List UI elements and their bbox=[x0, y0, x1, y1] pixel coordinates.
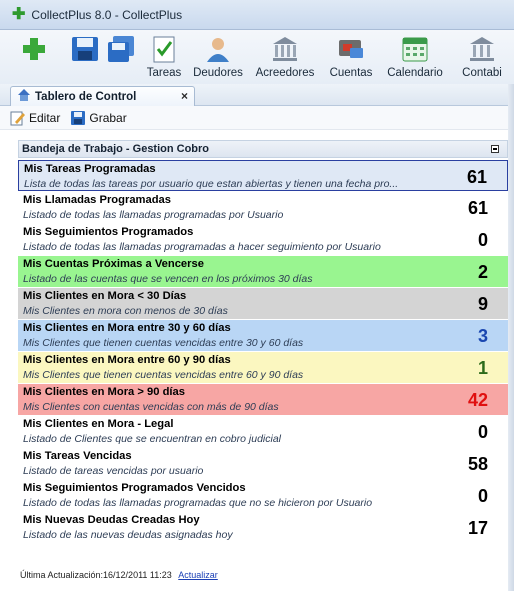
accounts-icon bbox=[336, 34, 366, 64]
row-title: Mis Clientes en Mora < 30 Días bbox=[23, 290, 187, 302]
dashboard-row[interactable]: Mis Clientes en Mora entre 60 y 90 días M… bbox=[18, 352, 508, 383]
dashboard-row[interactable]: Mis Clientes en Mora < 30 Días Mis Client… bbox=[18, 288, 508, 319]
row-title: Mis Seguimientos Programados bbox=[23, 226, 194, 238]
row-title: Mis Clientes en Mora entre 30 y 60 días bbox=[23, 322, 231, 334]
dashboard-row[interactable]: Mis Nuevas Deudas Creadas Hoy Listado de … bbox=[18, 512, 508, 543]
row-description: Listado de tareas vencidas por usuario bbox=[23, 465, 204, 477]
dashboard-row[interactable]: Mis Clientes en Mora - Legal Listado de C… bbox=[18, 416, 508, 447]
toolbar-tareas[interactable]: Tareas bbox=[144, 34, 184, 84]
row-description: Listado de todas las llamadas programada… bbox=[23, 241, 381, 253]
row-title: Mis Clientes en Mora > 90 días bbox=[23, 386, 185, 398]
row-title: Mis Clientes en Mora entre 60 y 90 días bbox=[23, 354, 231, 366]
row-description: Mis Clientes con cuentas vencidas con má… bbox=[23, 401, 279, 413]
row-description: Mis Clientes que tienen cuentas vencidas… bbox=[23, 369, 304, 381]
dashboard-row[interactable]: Mis Seguimientos Programados Listado de t… bbox=[18, 224, 508, 255]
dashboard-row[interactable]: Mis Llamadas Programadas Listado de todas… bbox=[18, 192, 508, 223]
save-action-button[interactable]: Grabar bbox=[70, 110, 127, 126]
row-title: Mis Seguimientos Programados Vencidos bbox=[23, 482, 246, 494]
row-description: Listado de las nuevas deudas asignadas h… bbox=[23, 529, 233, 541]
dashboard-row[interactable]: Mis Tareas Programadas Lista de todas las… bbox=[18, 160, 508, 191]
panel-title: Bandeja de Trabajo - Gestion Cobro bbox=[22, 143, 210, 155]
panel-header: Bandeja de Trabajo - Gestion Cobro bbox=[18, 140, 508, 158]
row-count: 3 bbox=[477, 326, 488, 346]
tab-tablero-de-control[interactable]: Tablero de Control × bbox=[10, 86, 195, 106]
house-icon bbox=[17, 88, 31, 105]
floppy-icon bbox=[70, 110, 86, 126]
toolbar-acreedores[interactable]: Acreedores bbox=[254, 34, 316, 84]
row-description: Listado de todas las llamadas programada… bbox=[23, 209, 284, 221]
row-title: Mis Cuentas Próximas a Vencerse bbox=[23, 258, 204, 270]
row-description: Mis Clientes en mora con menos de 30 día… bbox=[23, 305, 228, 317]
row-title: Mis Tareas Programadas bbox=[24, 163, 156, 175]
tab-label: Tablero de Control bbox=[35, 90, 137, 103]
title-bar: ✚ CollectPlus 8.0 - CollectPlus bbox=[0, 0, 514, 30]
tab-strip: Tablero de Control × bbox=[0, 84, 514, 106]
row-count: 17 bbox=[467, 518, 488, 538]
toolbar-label: Calendario bbox=[387, 67, 443, 79]
save-all-icon bbox=[106, 34, 136, 64]
toolbar-label: Deudores bbox=[193, 67, 243, 79]
close-icon[interactable]: × bbox=[181, 89, 188, 103]
creditors-icon bbox=[270, 34, 300, 64]
row-title: Mis Nuevas Deudas Creadas Hoy bbox=[23, 514, 200, 526]
toolbar-label: Acreedores bbox=[255, 67, 315, 79]
toolbar-cuentas[interactable]: Cuentas bbox=[328, 34, 374, 84]
toolbar-label: Cuentas bbox=[329, 67, 373, 79]
footer: Última Actualización:16/12/2011 11:23 Ac… bbox=[20, 570, 218, 580]
save-button[interactable] bbox=[68, 34, 102, 84]
row-count: 1 bbox=[477, 358, 488, 378]
last-update-text: Última Actualización:16/12/2011 11:23 bbox=[20, 570, 172, 580]
save-all-button[interactable] bbox=[104, 34, 138, 84]
toolbar-label: Tareas bbox=[146, 67, 182, 79]
window-title: CollectPlus 8.0 - CollectPlus bbox=[31, 7, 183, 22]
debtors-icon bbox=[203, 34, 233, 64]
accounting-icon bbox=[467, 34, 497, 64]
toolbar-contabilidad[interactable]: Contabi bbox=[460, 34, 504, 84]
toolbar-calendario[interactable]: Calendario bbox=[386, 34, 444, 84]
toolbar-deudores[interactable]: Deudores bbox=[192, 34, 244, 84]
save-icon bbox=[70, 34, 100, 64]
dashboard-row[interactable]: Mis Tareas Vencidas Listado de tareas ven… bbox=[18, 448, 508, 479]
calendar-icon bbox=[400, 34, 430, 64]
row-count: 0 bbox=[477, 230, 488, 250]
add-icon bbox=[19, 34, 49, 64]
row-title: Mis Clientes en Mora - Legal bbox=[23, 418, 174, 430]
row-count: 0 bbox=[477, 422, 488, 442]
edit-label: Editar bbox=[29, 110, 61, 125]
action-bar: Editar Grabar bbox=[0, 106, 514, 130]
work-tray-panel: Bandeja de Trabajo - Gestion Cobro Mis T… bbox=[18, 140, 508, 570]
collapse-icon[interactable] bbox=[491, 145, 499, 153]
pencil-icon bbox=[10, 110, 26, 126]
row-description: Mis Clientes que tienen cuentas vencidas… bbox=[23, 337, 304, 349]
dashboard-row[interactable]: Mis Clientes en Mora entre 30 y 60 días M… bbox=[18, 320, 508, 351]
row-count: 61 bbox=[467, 198, 488, 218]
add-button[interactable] bbox=[14, 34, 54, 84]
row-count: 42 bbox=[467, 390, 488, 410]
window-edge bbox=[508, 84, 514, 591]
dashboard-row[interactable]: Mis Cuentas Próximas a Vencerse Listado d… bbox=[18, 256, 508, 287]
dashboard-row[interactable]: Mis Seguimientos Programados Vencidos Lis… bbox=[18, 480, 508, 511]
row-count: 61 bbox=[466, 167, 487, 187]
edit-button[interactable]: Editar bbox=[10, 110, 60, 126]
save-label: Grabar bbox=[89, 110, 127, 125]
row-title: Mis Tareas Vencidas bbox=[23, 450, 132, 462]
main-toolbar: Tareas Deudores Acreedores Cuentas Calen… bbox=[0, 30, 514, 84]
refresh-link[interactable]: Actualizar bbox=[178, 570, 218, 580]
toolbar-label: Contabi bbox=[462, 67, 502, 79]
row-description: Listado de Clientes que se encuentran en… bbox=[23, 433, 282, 445]
row-description: Lista de todas las tareas por usuario qu… bbox=[24, 178, 399, 190]
row-description: Listado de todas las llamadas programada… bbox=[23, 497, 373, 509]
row-count: 9 bbox=[477, 294, 488, 314]
tasks-icon bbox=[149, 34, 179, 64]
row-count: 58 bbox=[467, 454, 488, 474]
dashboard-row[interactable]: Mis Clientes en Mora > 90 días Mis Client… bbox=[18, 384, 508, 415]
row-count: 0 bbox=[477, 486, 488, 506]
app-plus-icon: ✚ bbox=[12, 5, 26, 23]
row-description: Listado de las cuentas que se vencen en … bbox=[23, 273, 313, 285]
row-count: 2 bbox=[477, 262, 488, 282]
row-title: Mis Llamadas Programadas bbox=[23, 194, 171, 206]
